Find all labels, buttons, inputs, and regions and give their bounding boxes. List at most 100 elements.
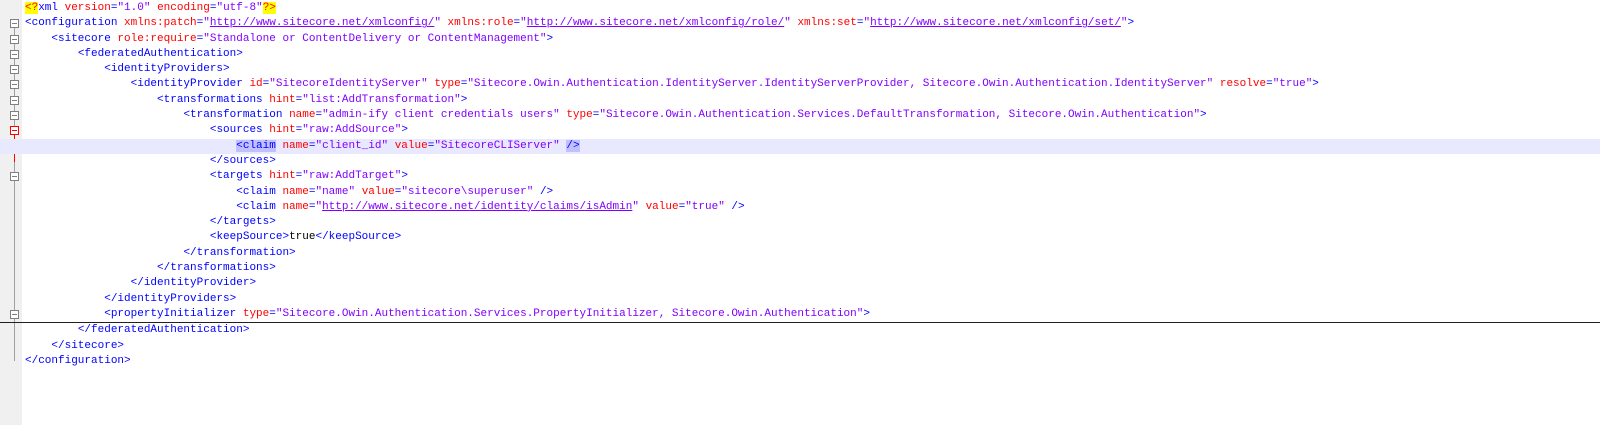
code-text[interactable]: <sitecore role:require="Standalone or Co…: [25, 32, 553, 47]
code-text[interactable]: </transformation>: [25, 246, 295, 261]
fold-toggle-icon[interactable]: [10, 65, 19, 75]
code-line[interactable]: <identityProviders>: [0, 62, 1600, 77]
code-line[interactable]: <claim name="name" value="sitecore\super…: [0, 185, 1600, 200]
code-text[interactable]: </identityProvider>: [25, 276, 256, 291]
code-line[interactable]: <configuration xmlns:patch="http://www.s…: [0, 16, 1600, 31]
code-line[interactable]: </identityProvider>: [0, 276, 1600, 291]
code-line[interactable]: </transformation>: [0, 246, 1600, 261]
code-token: role:require: [117, 32, 197, 45]
code-line[interactable]: <sources hint="raw:AddSource">: [0, 123, 1600, 138]
code-line[interactable]: <federatedAuthentication>: [0, 47, 1600, 62]
code-token: "Sitecore.Owin.Authentication.IdentitySe…: [467, 78, 1214, 91]
code-text[interactable]: <propertyInitializer type="Sitecore.Owin…: [25, 307, 870, 322]
code-line[interactable]: </configuration>: [0, 354, 1600, 369]
code-line[interactable]: <transformation name="admin-ify client c…: [0, 108, 1600, 123]
code-line[interactable]: <identityProvider id = "SitecoreIdentitySe…: [0, 77, 1600, 92]
code-line[interactable]: </sources>: [0, 154, 1600, 169]
fold-toggle-icon[interactable]: [10, 309, 19, 319]
code-token: xmlns:set: [797, 17, 857, 30]
code-line[interactable]: <propertyInitializer type="Sitecore.Owin…: [0, 307, 1600, 324]
code-token: ?>: [262, 2, 276, 14]
fold-toggle-icon[interactable]: [10, 49, 19, 59]
code-token: "Sitecore.Owin.Authentication.Services.P…: [275, 307, 864, 320]
code-lines[interactable]: <?xml version="1.0" encoding="utf-8"?> <c…: [0, 1, 1600, 369]
fold-toggle-icon[interactable]: [10, 95, 19, 105]
code-token: >: [460, 93, 468, 106]
code-text[interactable]: </targets>: [25, 215, 276, 230]
code-token: ": [1120, 17, 1128, 30]
code-line[interactable]: <claim name="client_id" value="SitecoreC…: [0, 138, 1600, 154]
code-text[interactable]: <claim name="http://www.sitecore.net/ide…: [25, 200, 744, 215]
code-token: encoding: [157, 2, 210, 14]
code-text[interactable]: </transformations>: [25, 261, 276, 276]
code-text[interactable]: <sources hint="raw:AddSource">: [25, 123, 408, 138]
code-token: <claim: [236, 200, 283, 213]
code-text[interactable]: <federatedAuthentication>: [25, 47, 243, 62]
code-text[interactable]: <claim name="client_id" value="SitecoreC…: [25, 139, 580, 154]
code-token: </sources>: [209, 154, 276, 167]
code-text[interactable]: </configuration>: [25, 354, 131, 369]
code-token: </identityProvider>: [130, 277, 257, 290]
code-token: ": [434, 17, 441, 30]
code-token: </targets>: [209, 216, 276, 229]
code-line[interactable]: <?xml version="1.0" encoding="utf-8"?>: [0, 1, 1600, 16]
code-text[interactable]: <configuration xmlns:patch="http://www.s…: [25, 16, 1134, 31]
code-text[interactable]: </federatedAuthentication>: [25, 323, 250, 338]
code-token: resolve: [1219, 78, 1267, 91]
fold-toggle-icon[interactable]: [10, 172, 19, 182]
code-token: "raw:AddTarget": [302, 170, 402, 183]
code-line[interactable]: <targets hint="raw:AddTarget">: [0, 169, 1600, 184]
code-token: value: [394, 139, 428, 152]
code-token: >: [1200, 109, 1207, 122]
code-token: </sitecore>: [51, 339, 125, 352]
code-line[interactable]: <claim name="http://www.sitecore.net/ide…: [0, 200, 1600, 215]
code-text[interactable]: <claim name="name" value="sitecore\super…: [25, 185, 553, 200]
code-line[interactable]: <transformations hint="list:AddTransform…: [0, 93, 1600, 108]
code-token: <?: [25, 2, 39, 14]
code-token: "1.0": [117, 2, 151, 14]
fold-toggle-icon[interactable]: [10, 34, 19, 44]
fold-toggle-icon[interactable]: [10, 80, 19, 90]
code-line[interactable]: </federatedAuthentication>: [0, 323, 1600, 338]
code-text[interactable]: <identityProvider id = "SitecoreIdentitySe…: [25, 77, 1319, 92]
code-token: >: [546, 32, 554, 45]
code-line[interactable]: <sitecore role:require="Standalone or Co…: [0, 32, 1600, 47]
code-token: <propertyInitializer: [104, 307, 243, 320]
code-token: "sitecore\superuser": [401, 185, 534, 198]
code-token: http://www.sitecore.net/xmlconfig/: [209, 17, 435, 30]
code-text[interactable]: </identityProviders>: [25, 292, 236, 307]
code-text[interactable]: <?xml version="1.0" encoding="utf-8"?>: [25, 1, 276, 16]
fold-toggle-icon[interactable]: [10, 19, 19, 29]
code-line[interactable]: </identityProviders>: [0, 292, 1600, 307]
code-token: <keepSource>: [209, 231, 290, 244]
fold-toggle-icon[interactable]: [10, 126, 19, 136]
code-text[interactable]: <transformation name="admin-ify client c…: [25, 108, 1207, 123]
code-text[interactable]: <transformations hint="list:AddTransform…: [25, 93, 467, 108]
xml-code-editor[interactable]: <?xml version="1.0" encoding="utf-8"?> <c…: [0, 0, 1600, 425]
code-token: ": [203, 17, 210, 30]
code-text[interactable]: </sitecore>: [25, 339, 124, 354]
code-token: <federatedAuthentication>: [77, 47, 243, 60]
code-text[interactable]: <identityProviders>: [25, 62, 229, 77]
code-line[interactable]: </sitecore>: [0, 339, 1600, 354]
fold-toggle-icon[interactable]: [10, 111, 19, 121]
code-token: xmlns:patch: [124, 17, 197, 30]
code-line[interactable]: <keepSource>true</keepSource>: [0, 230, 1600, 245]
code-token: <configuration: [25, 17, 125, 30]
code-text[interactable]: <targets hint="raw:AddTarget">: [25, 169, 408, 184]
code-line[interactable]: </transformations>: [0, 261, 1600, 276]
code-text[interactable]: <keepSource>true</keepSource>: [25, 230, 401, 245]
code-text[interactable]: </sources>: [25, 154, 276, 169]
code-line[interactable]: </targets>: [0, 215, 1600, 230]
code-token: "list:AddTransformation": [302, 93, 461, 106]
